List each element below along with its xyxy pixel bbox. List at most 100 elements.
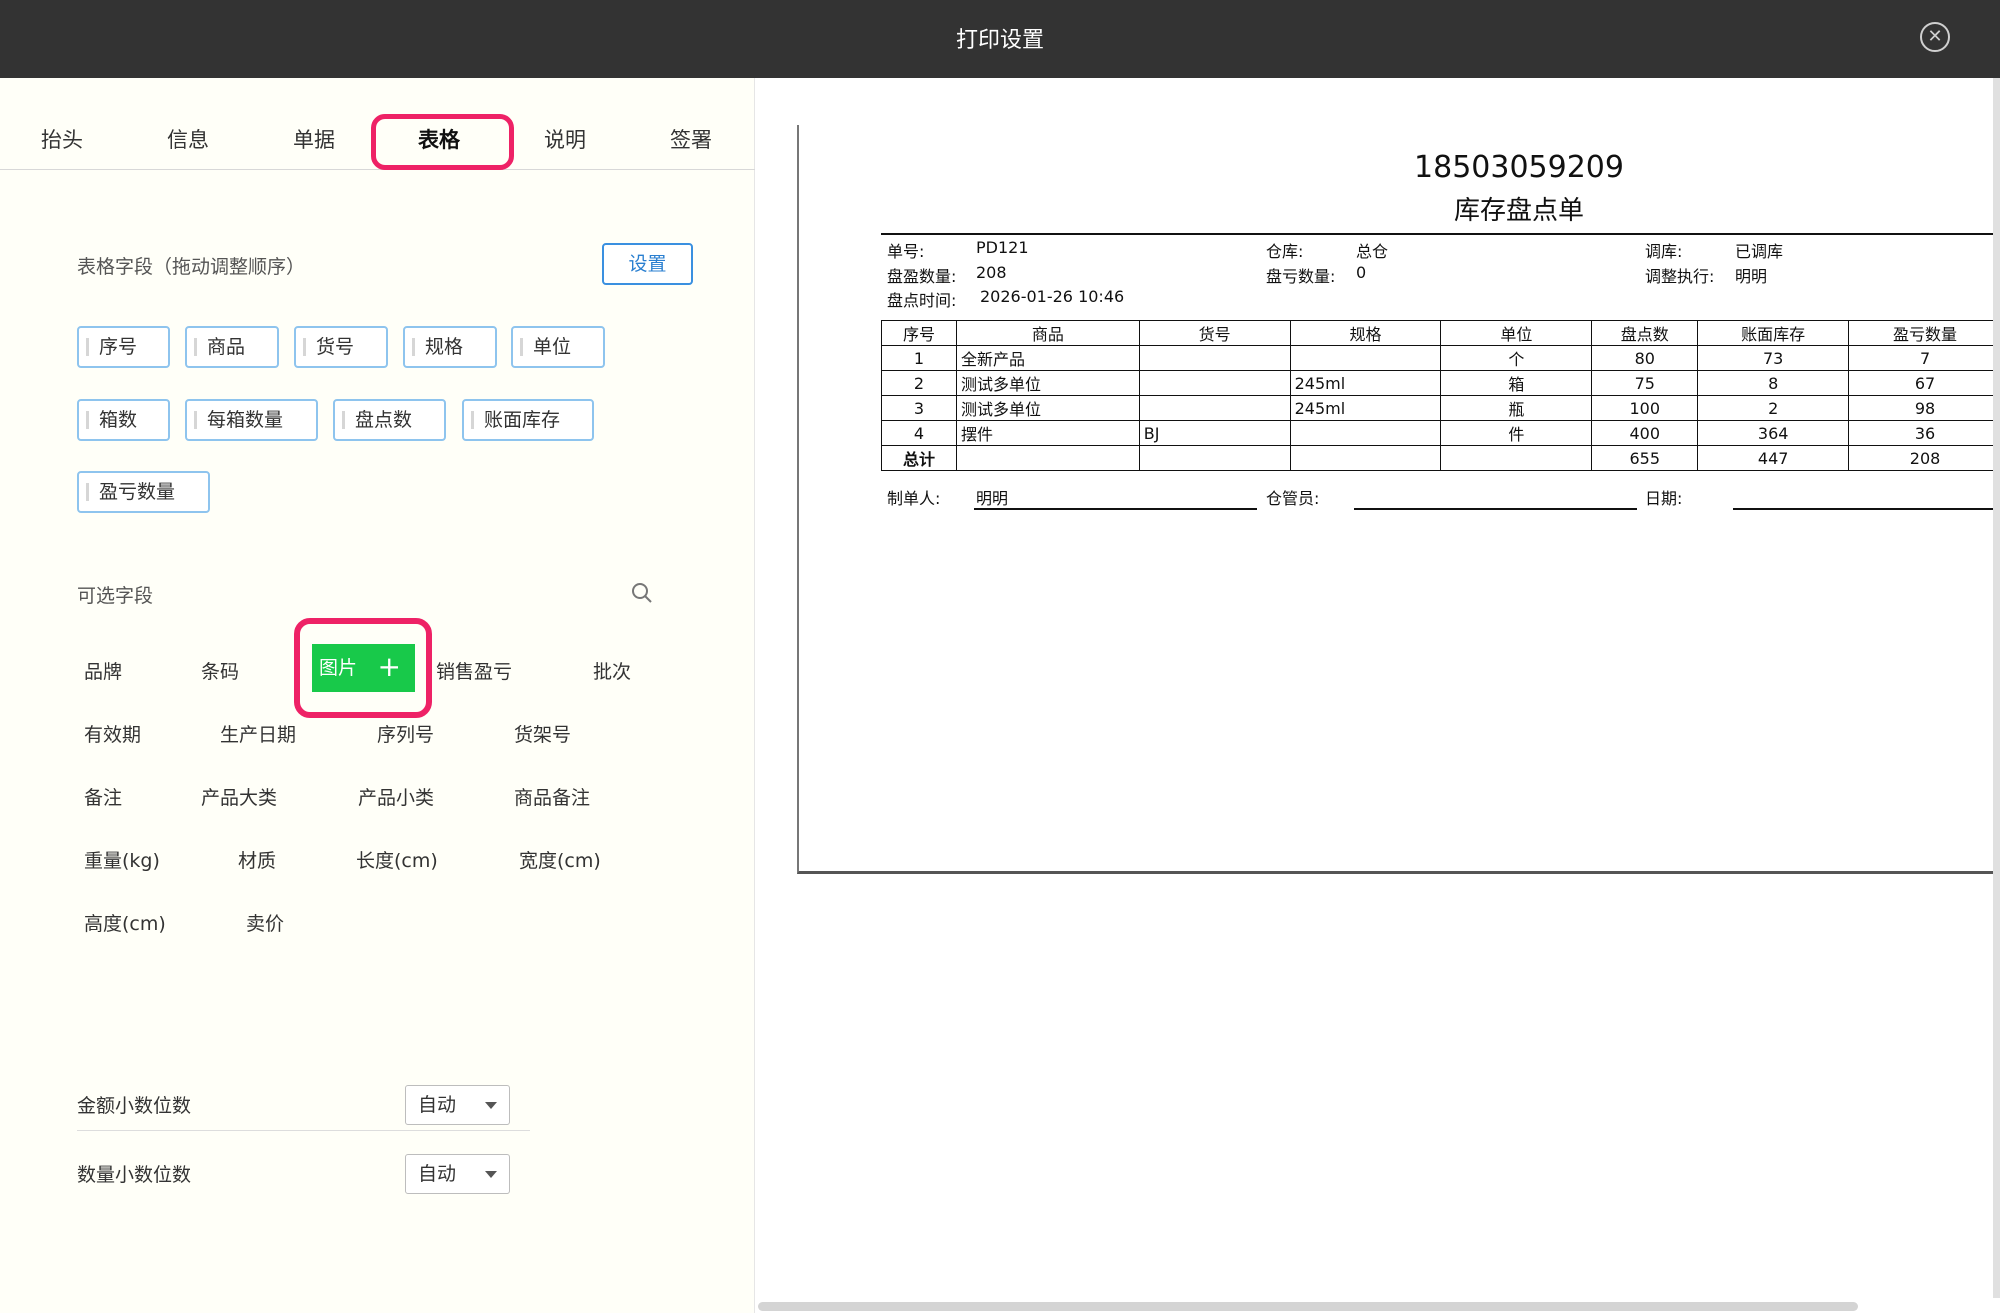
meta-adjust-label: 调库: — [1645, 242, 1683, 261]
cell-total-book-stock: 447 — [1697, 445, 1850, 471]
meta-warehouse: 总仓 — [1356, 242, 1389, 261]
inventory-table: 序号 商品 货号 规格 单位 盘点数 账面库存 盈亏数量 1 全新产品 个 80… — [881, 320, 2000, 471]
cell-seq: 4 — [881, 420, 957, 446]
tab-signature[interactable]: 签署 — [670, 124, 712, 154]
tab-bar: 抬头 信息 单据 表格 说明 签署 — [0, 78, 755, 170]
cell-sku: BJ — [1138, 420, 1291, 446]
option-height[interactable]: 高度(cm) — [84, 909, 166, 936]
chevron-down-icon — [485, 1102, 497, 1109]
field-chip-spec[interactable]: 规格 — [403, 326, 497, 368]
cell-sku — [1138, 395, 1291, 421]
cell-counted: 80 — [1591, 345, 1699, 371]
cell-sku — [1138, 345, 1291, 371]
keeper-sign-line — [1354, 508, 1637, 510]
field-chip-unit[interactable]: 单位 — [511, 326, 605, 368]
search-icon[interactable] — [630, 581, 654, 605]
field-chip-variance[interactable]: 盈亏数量 — [77, 471, 210, 513]
option-length[interactable]: 长度(cm) — [356, 846, 438, 873]
cell-empty — [955, 445, 1140, 471]
footer-maker-label: 制单人: — [887, 489, 941, 508]
settings-button[interactable]: 设置 — [602, 243, 693, 285]
option-category-major[interactable]: 产品大类 — [201, 783, 277, 810]
option-serial[interactable]: 序列号 — [377, 720, 434, 747]
option-weight[interactable]: 重量(kg) — [84, 846, 160, 873]
cell-total-counted: 655 — [1591, 445, 1699, 471]
meta-loss-label: 盘亏数量: — [1266, 267, 1336, 286]
field-chip-product[interactable]: 商品 — [185, 326, 279, 368]
qty-decimals-select[interactable]: 自动 — [405, 1154, 510, 1194]
qty-decimals-value: 自动 — [418, 1163, 457, 1185]
col-header: 盈亏数量 — [1848, 320, 2000, 346]
cell-empty — [1440, 445, 1593, 471]
horizontal-scrollbar[interactable] — [758, 1302, 1858, 1311]
maker-sign-line — [974, 508, 1257, 510]
close-icon[interactable]: ✕ — [1920, 22, 1950, 52]
cell-variance: 98 — [1848, 395, 2000, 421]
cell-sku — [1138, 370, 1291, 396]
option-expiry[interactable]: 有效期 — [84, 720, 141, 747]
cell-book-stock: 73 — [1697, 345, 1850, 371]
cell-unit: 个 — [1440, 345, 1593, 371]
active-tab-highlight — [371, 114, 514, 170]
cell-counted: 100 — [1591, 395, 1699, 421]
meta-adjust: 已调库 — [1735, 242, 1784, 261]
option-width[interactable]: 宽度(cm) — [519, 846, 601, 873]
option-price[interactable]: 卖价 — [246, 909, 284, 936]
optional-fields-label: 可选字段 — [77, 585, 154, 607]
footer-keeper-label: 仓管员: — [1266, 489, 1320, 508]
option-product-remark[interactable]: 商品备注 — [514, 783, 590, 810]
option-barcode[interactable]: 条码 — [201, 657, 239, 684]
option-category-minor[interactable]: 产品小类 — [358, 783, 434, 810]
cell-variance: 36 — [1848, 420, 2000, 446]
cell-unit: 件 — [1440, 420, 1593, 446]
tab-info[interactable]: 信息 — [167, 124, 209, 154]
option-remark[interactable]: 备注 — [84, 783, 122, 810]
option-image-label: 图片 — [319, 657, 358, 679]
option-image-selected[interactable]: 图片 + — [312, 644, 415, 692]
option-brand[interactable]: 品牌 — [84, 657, 122, 684]
doc-phone-number: 18503059209 — [1414, 150, 1624, 185]
table-fields-label: 表格字段（拖动调整顺序） — [77, 256, 306, 278]
option-batch[interactable]: 批次 — [593, 657, 631, 684]
col-header: 序号 — [881, 320, 957, 346]
cell-spec — [1289, 420, 1442, 446]
field-chip-per-box[interactable]: 每箱数量 — [185, 399, 318, 441]
plus-icon[interactable]: + — [378, 644, 401, 690]
meta-warehouse-label: 仓库: — [1266, 242, 1304, 261]
field-chip-seq[interactable]: 序号 — [77, 326, 170, 368]
tab-notes[interactable]: 说明 — [544, 124, 586, 154]
date-sign-line — [1733, 508, 2000, 510]
footer-maker: 明明 — [976, 489, 1009, 508]
tab-document[interactable]: 单据 — [293, 124, 335, 154]
meta-order-no: PD121 — [976, 238, 1029, 257]
table-header-row: 序号 商品 货号 规格 单位 盘点数 账面库存 盈亏数量 — [881, 320, 2000, 346]
meta-surplus: 208 — [976, 263, 1007, 282]
field-chip-sku[interactable]: 货号 — [294, 326, 388, 368]
option-sales-variance[interactable]: 销售盈亏 — [436, 657, 512, 684]
option-material[interactable]: 材质 — [238, 846, 276, 873]
amount-decimals-value: 自动 — [418, 1094, 457, 1116]
settings-panel: 抬头 信息 单据 表格 说明 签署 表格字段（拖动调整顺序） 设置 序号 商品 … — [0, 78, 755, 1313]
cell-spec: 245ml — [1289, 395, 1442, 421]
field-chip-book-stock[interactable]: 账面库存 — [462, 399, 594, 441]
field-chip-counted[interactable]: 盘点数 — [333, 399, 446, 441]
meta-executor-label: 调整执行: — [1645, 267, 1715, 286]
option-production-date[interactable]: 生产日期 — [220, 720, 296, 747]
field-chip-boxes[interactable]: 箱数 — [77, 399, 170, 441]
amount-decimals-select[interactable]: 自动 — [405, 1085, 510, 1125]
option-shelf[interactable]: 货架号 — [514, 720, 571, 747]
cell-counted: 75 — [1591, 370, 1699, 396]
cell-seq: 1 — [881, 345, 957, 371]
table-row: 3 测试多单位 245ml 瓶 100 2 98 — [881, 395, 2000, 421]
vertical-scrollbar[interactable] — [1993, 78, 2000, 1298]
cell-unit: 瓶 — [1440, 395, 1593, 421]
meta-time: 2026-01-26 10:46 — [980, 287, 1125, 306]
meta-executor: 明明 — [1735, 267, 1768, 286]
tab-header[interactable]: 抬头 — [41, 124, 83, 154]
meta-order-no-label: 单号: — [887, 242, 925, 261]
meta-loss: 0 — [1356, 263, 1367, 282]
section-divider — [77, 1130, 530, 1131]
table-row: 2 测试多单位 245ml 箱 75 8 67 — [881, 370, 2000, 396]
doc-header-rule — [881, 233, 2000, 235]
col-header: 商品 — [955, 320, 1140, 346]
